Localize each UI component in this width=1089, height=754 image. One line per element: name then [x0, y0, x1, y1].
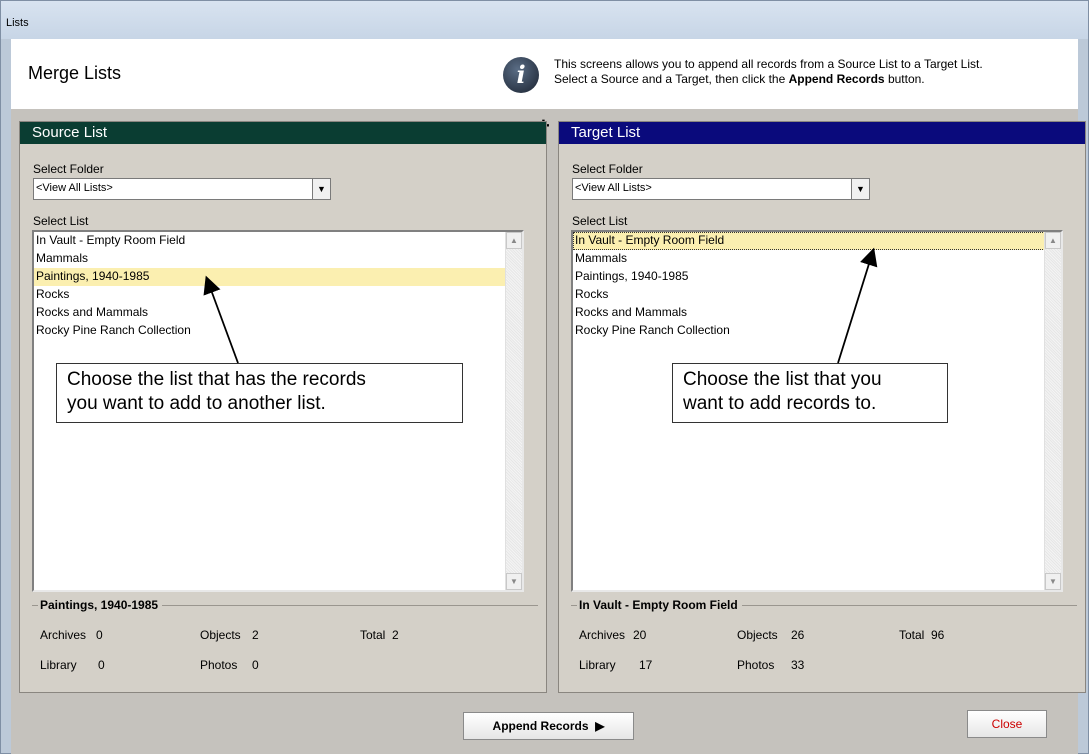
- close-button[interactable]: Close: [967, 710, 1047, 738]
- source-arrow: [203, 275, 239, 364]
- window-title: Lists: [6, 17, 29, 29]
- append-records-button[interactable]: Append Records ▶: [463, 712, 634, 740]
- page-title: Merge Lists: [28, 63, 122, 83]
- description-bold: Append Records: [788, 72, 885, 86]
- target-arrow: [837, 247, 878, 364]
- append-records-label: Append Records: [492, 719, 589, 733]
- description-prefix: Select a Source and a Target, then click…: [554, 72, 789, 86]
- info-icon: i: [503, 57, 539, 93]
- description-line-2: Select a Source and a Target, then click…: [554, 72, 1074, 87]
- header-panel: Merge Lists i This screens allows you to…: [11, 39, 1078, 109]
- merge-lists-window: Lists Merge Lists i This screens allows …: [0, 0, 1089, 754]
- description-suffix: button.: [884, 72, 925, 86]
- play-right-icon: ▶: [591, 719, 605, 733]
- description-line-1: This screens allows you to append all re…: [554, 57, 983, 71]
- main-content: + Source List Select Folder <View All Li…: [11, 109, 1086, 754]
- window-titlebar: Lists: [1, 1, 1088, 39]
- callout-arrows: [203, 247, 878, 364]
- header-description: This screens allows you to append all re…: [554, 57, 1074, 87]
